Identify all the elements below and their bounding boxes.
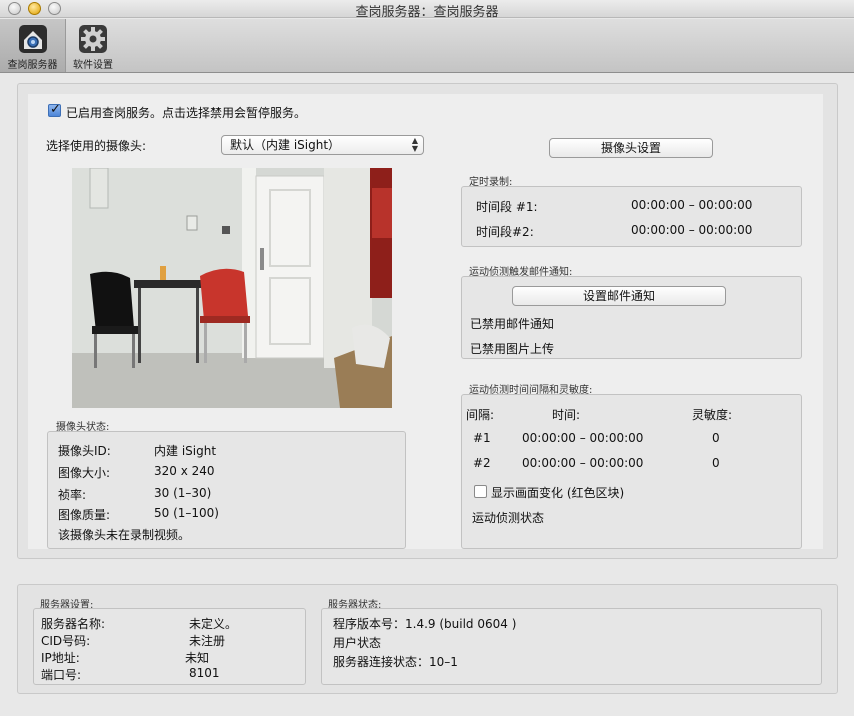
toolbar-item-label: 软件设置 bbox=[73, 60, 113, 71]
sensitivity-header: 灵敏度: bbox=[692, 408, 733, 422]
camera-select-value: 默认（内建 iSight） bbox=[230, 138, 341, 152]
schedule-2-label: 时间段#2: bbox=[476, 225, 534, 239]
enable-service-checkbox[interactable]: ✓ bbox=[48, 102, 61, 117]
motion-1-sensitivity: 0 bbox=[712, 431, 720, 445]
image-quality-value: 50 (1–100) bbox=[154, 506, 219, 520]
camera-preview-image bbox=[72, 168, 392, 408]
select-arrows-icon: ▲ ▼ bbox=[411, 136, 418, 153]
toolbar: 查岗服务器 软件设置 bbox=[0, 19, 854, 73]
show-changes-checkbox[interactable] bbox=[474, 485, 487, 498]
checkmark-icon: ✓ bbox=[50, 102, 61, 117]
upload-status: 已禁用图片上传 bbox=[470, 342, 555, 356]
gear-icon bbox=[79, 25, 107, 53]
schedule-1-value: 00:00:00 – 00:00:00 bbox=[631, 198, 753, 212]
camera-select-label: 选择使用的摄像头: bbox=[46, 139, 147, 153]
time-header: 时间: bbox=[552, 408, 581, 422]
frame-rate-value: 30 (1–30) bbox=[154, 486, 212, 500]
motion-2-time: 00:00:00 – 00:00:00 bbox=[522, 456, 644, 470]
toolbar-item-server[interactable]: 查岗服务器 bbox=[0, 19, 66, 72]
camera-select[interactable]: 默认（内建 iSight） ▲ ▼ bbox=[221, 135, 424, 155]
version-text: 程序版本号：1.4.9 (build 0604 ) bbox=[333, 617, 517, 631]
ip-value: 未知 bbox=[185, 651, 210, 665]
cid-value: 未注册 bbox=[189, 634, 226, 648]
motion-1-id: #1 bbox=[473, 431, 491, 445]
port-value: 8101 bbox=[189, 666, 220, 680]
show-changes-label: 显示画面变化 (红色区块) bbox=[491, 486, 625, 500]
cid-label: CID号码: bbox=[41, 634, 91, 648]
camera-id-value: 内建 iSight bbox=[154, 444, 217, 458]
schedule-1-label: 时间段 #1: bbox=[476, 200, 538, 214]
motion-status: 运动侦测状态 bbox=[472, 511, 545, 525]
connection-status-text: 服务器连接状态：10–1 bbox=[333, 655, 458, 669]
email-status: 已禁用邮件通知 bbox=[470, 317, 555, 331]
motion-1-time: 00:00:00 – 00:00:00 bbox=[522, 431, 644, 445]
server-name-value: 未定义。 bbox=[189, 617, 238, 631]
home-camera-icon bbox=[18, 25, 47, 53]
camera-settings-button[interactable]: 摄像头设置 bbox=[549, 138, 713, 158]
recording-note: 该摄像头未在录制视频。 bbox=[58, 528, 191, 542]
ip-label: IP地址: bbox=[41, 651, 80, 665]
toolbar-item-label: 查岗服务器 bbox=[7, 60, 58, 71]
enable-service-label: 已启用查岗服务。点击选择禁用会暂停服务。 bbox=[66, 106, 307, 120]
schedule-2-value: 00:00:00 – 00:00:00 bbox=[631, 223, 753, 237]
toolbar-item-settings[interactable]: 软件设置 bbox=[67, 19, 119, 72]
image-size-value: 320 x 240 bbox=[154, 464, 215, 478]
image-quality-label: 图像质量: bbox=[58, 508, 111, 522]
frame-rate-label: 祯率: bbox=[58, 488, 87, 502]
motion-2-sensitivity: 0 bbox=[712, 456, 720, 470]
title-bar: 查岗服务器：查岗服务器 bbox=[0, 0, 854, 20]
window-title: 查岗服务器：查岗服务器 bbox=[355, 5, 499, 20]
image-size-label: 图像大小: bbox=[58, 466, 111, 480]
email-settings-button[interactable]: 设置邮件通知 bbox=[512, 286, 726, 306]
camera-id-label: 摄像头ID: bbox=[58, 444, 111, 458]
interval-header: 间隔: bbox=[466, 408, 495, 422]
user-status-text: 用户状态 bbox=[333, 636, 382, 650]
camera-preview bbox=[72, 168, 392, 408]
port-label: 端口号: bbox=[41, 668, 82, 682]
server-name-label: 服务器名称: bbox=[41, 617, 106, 631]
motion-2-id: #2 bbox=[473, 456, 491, 470]
